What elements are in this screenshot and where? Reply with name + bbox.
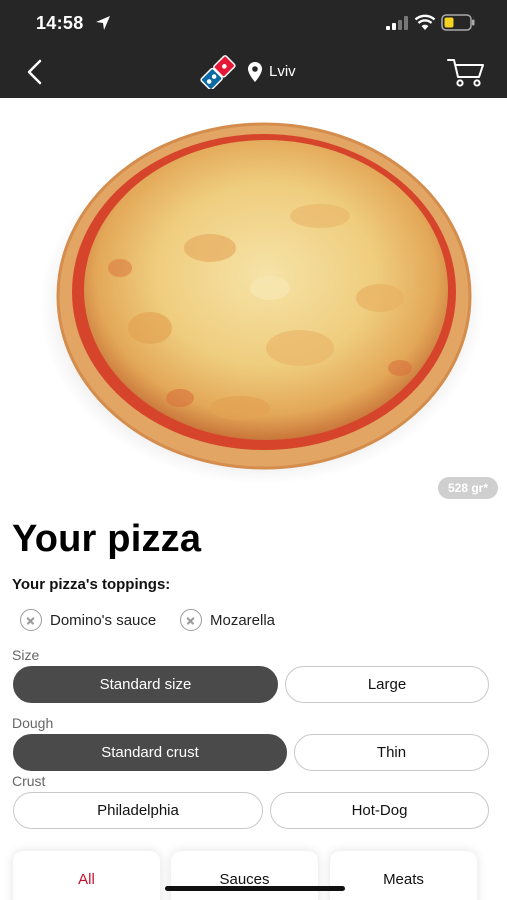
- location-pin-icon: [248, 62, 262, 82]
- battery-icon: [441, 14, 475, 31]
- status-time: 14:58: [36, 13, 84, 33]
- toppings-label: Your pizza's toppings:: [12, 576, 171, 593]
- crust-option-hot-dog[interactable]: Hot-Dog: [270, 792, 489, 829]
- topping-chip[interactable]: Mozarella: [180, 608, 275, 632]
- location-services-icon: [96, 16, 110, 30]
- topping-chip[interactable]: Domino's sauce: [20, 608, 156, 632]
- crust-option-philadelphia[interactable]: Philadelphia: [13, 792, 263, 829]
- remove-topping-icon[interactable]: [20, 609, 42, 631]
- location-label[interactable]: Lviv: [269, 63, 296, 80]
- category-tab-sauces[interactable]: Sauces: [171, 851, 318, 900]
- size-label: Size: [12, 647, 40, 663]
- size-option-standard[interactable]: Standard size: [13, 666, 278, 703]
- cellular-signal-icon: [386, 16, 408, 30]
- top-bar: 14:58 Lviv: [0, 0, 507, 98]
- pizza-illustration: [40, 122, 484, 484]
- dominos-logo: [200, 55, 236, 89]
- home-indicator[interactable]: [165, 886, 345, 891]
- crust-label: Crust: [12, 773, 46, 789]
- topping-name: Mozarella: [210, 611, 276, 629]
- category-tab-meats[interactable]: Meats: [330, 851, 477, 900]
- pizza-image: [0, 98, 507, 498]
- category-tab-all[interactable]: All: [13, 851, 160, 900]
- wifi-icon: [414, 14, 436, 30]
- size-option-large[interactable]: Large: [285, 666, 489, 703]
- dough-label: Dough: [12, 715, 54, 731]
- topping-name: Domino's sauce: [50, 611, 157, 629]
- cart-icon[interactable]: [446, 56, 486, 88]
- remove-topping-icon[interactable]: [180, 609, 202, 631]
- dough-option-thin[interactable]: Thin: [294, 734, 489, 771]
- back-chevron-icon[interactable]: [20, 56, 50, 88]
- page-title: Your pizza: [12, 518, 202, 560]
- dough-option-standard-crust[interactable]: Standard crust: [13, 734, 287, 771]
- weight-badge: 528 gr*: [438, 477, 499, 499]
